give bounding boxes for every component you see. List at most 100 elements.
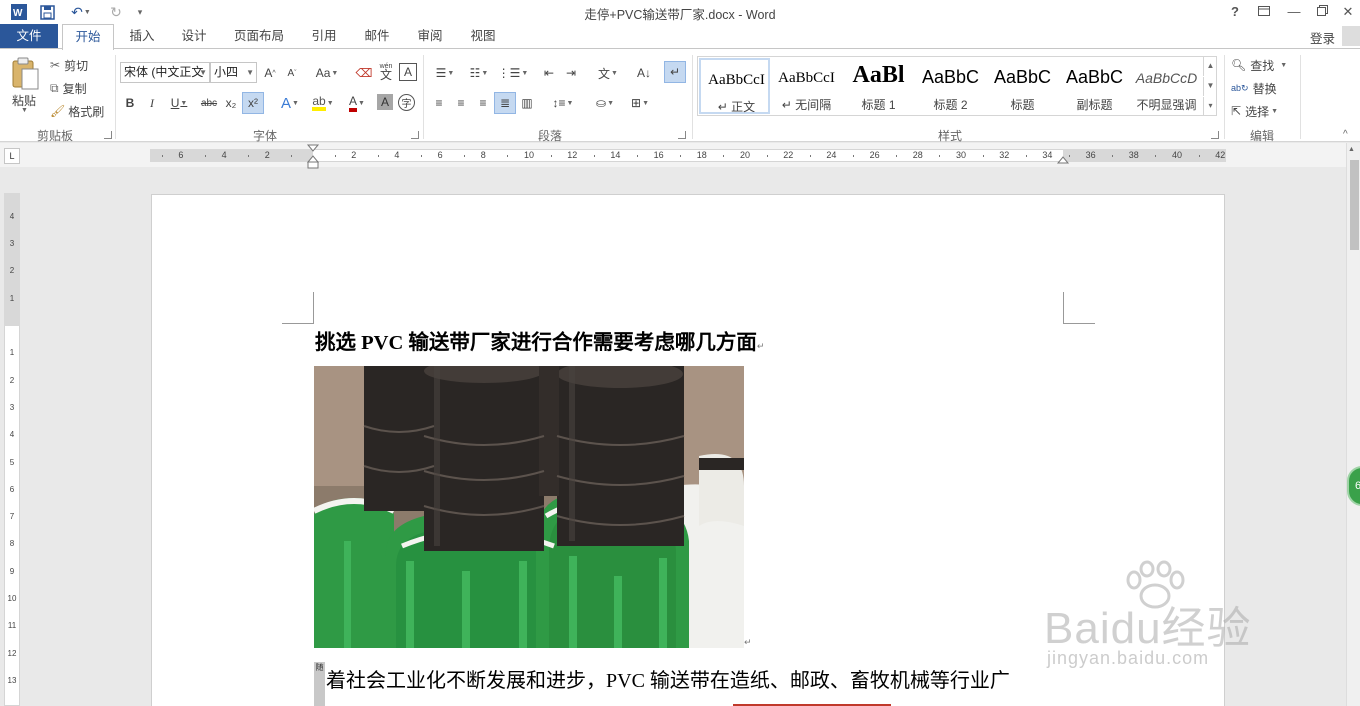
heading-text: 挑选 PVC 输送带厂家进行合作需要考虑哪几方面 [315,332,757,354]
subscript-button[interactable]: x₂ [222,93,240,113]
font-dialog-launcher[interactable] [411,131,419,139]
account-avatar[interactable] [1342,26,1360,46]
distributed-icon[interactable]: ▥ [518,93,536,113]
borders-button[interactable]: ⊞ ▼ [625,93,655,113]
styles-dialog-launcher[interactable] [1211,131,1219,139]
gallery-scroll-up-icon[interactable]: ▲ [1203,57,1217,76]
gallery-more-icon[interactable]: ▾ [1203,97,1217,116]
cut-button[interactable]: ✂ 剪切 [50,55,88,75]
font-name-combo[interactable]: 宋体 (中文正文 ▼ [120,62,210,83]
phonetic-guide-button[interactable]: wén 文 [376,61,396,81]
clipboard-group-label: 剪贴板 [36,129,73,143]
text-effects-button[interactable]: A ▼ [276,93,304,113]
ruler-number: 8 [480,150,486,160]
ribbon-display-options-icon[interactable] [1253,2,1275,22]
font-size-combo[interactable]: 小四 ▼ [210,62,257,83]
font-size-dropdown-icon: ▼ [246,68,254,77]
tab-references[interactable]: 引用 [304,28,344,49]
selection-marker[interactable]: 随 [314,662,325,706]
shading-button[interactable]: ⛀ ▼ [590,93,620,113]
tab-design[interactable]: 设计 [174,28,214,49]
ruler-number: 3 [9,402,15,412]
paste-icon[interactable] [10,57,40,91]
show-paragraph-marks-icon[interactable]: ↵ [664,61,686,83]
increase-indent-icon[interactable]: ⇥ [562,63,580,83]
style-normal[interactable]: AaBbCcI ↵ 正文 [699,58,770,114]
replace-button[interactable]: ab↻ 替换 [1231,78,1277,98]
restore-button[interactable] [1311,2,1333,22]
strikethrough-button[interactable]: abc [198,93,220,113]
tab-insert[interactable]: 插入 [122,28,162,49]
style-name: 不明显强调 [1136,98,1197,112]
shrink-font-icon[interactable]: Aˇ [284,63,300,83]
style-no-spacing[interactable]: AaBbCcI ↵ 无间隔 [771,58,842,114]
align-left-icon[interactable]: ≡ [430,93,448,113]
close-button[interactable]: ✕ [1337,2,1359,22]
clipboard-dialog-launcher[interactable] [104,131,112,139]
paste-dropdown-icon[interactable]: ▼ [21,107,28,114]
numbering-button[interactable]: ☷ ▼ [464,63,494,83]
decrease-indent-icon[interactable]: ⇤ [540,63,558,83]
style-sample: AaBbCcD [1135,70,1198,86]
ruler-tick [550,155,552,157]
highlight-button[interactable]: ab ▼ [308,93,338,113]
superscript-button[interactable]: x² [242,92,264,114]
ruler-tick [464,155,466,157]
copy-button[interactable]: ⧉ 复制 [50,78,87,98]
character-border-icon[interactable]: A [399,63,417,81]
change-case-button[interactable]: Aa ▼ [312,63,342,83]
document-heading[interactable]: 挑选 PVC 输送带厂家进行合作需要考虑哪几方面↵ [315,325,764,355]
underline-button[interactable]: U ▼ [166,93,192,113]
ruler-left-margin [150,149,313,162]
style-subtle-emphasis[interactable]: AaBbCcD 不明显强调 [1131,58,1202,114]
ruler-number: 6 [437,150,443,160]
sort-icon[interactable]: A↓ [635,63,653,83]
font-color-button[interactable]: A ▼ [342,93,372,113]
justify-icon[interactable]: ≣ [494,92,516,114]
minimize-button[interactable]: — [1283,2,1305,22]
line-spacing-icon: ↕≡ [552,96,566,110]
ruler-tick [1112,155,1114,157]
tab-review[interactable]: 审阅 [410,28,450,49]
tab-view[interactable]: 视图 [463,28,503,49]
document-body-line[interactable]: 着社会工业化不断发展和进步，PVC 输送带在造纸、邮政、畜牧机械等行业广 [326,664,1010,693]
scroll-up-icon[interactable]: ▲ [1348,146,1355,153]
right-indent-marker-icon[interactable] [1056,155,1070,165]
bold-button[interactable]: B [122,93,138,113]
enclose-characters-button[interactable]: 字 [398,94,415,111]
indent-markers-icon[interactable] [306,143,320,171]
ruler-tick [205,155,206,157]
collapse-ribbon-icon[interactable]: ^ [1343,129,1348,140]
grow-font-icon[interactable]: A ^ [262,63,278,83]
bullets-button[interactable]: ☰ ▼ [430,63,460,83]
tab-page-layout[interactable]: 页面布局 [228,28,290,49]
italic-button[interactable]: I [144,93,160,113]
ruler-number: 4 [9,211,15,221]
align-right-icon[interactable]: ≡ [474,93,492,113]
align-center-icon[interactable]: ≡ [452,93,470,113]
find-button[interactable]: 🔍︎ 查找 ▼ [1231,55,1287,75]
tab-file[interactable]: 文件 [0,24,58,49]
paragraph-dialog-launcher[interactable] [678,131,686,139]
select-button[interactable]: ⇱ 选择 ▼ [1231,101,1278,121]
character-shading-button[interactable]: A [377,94,393,110]
clear-formatting-icon[interactable]: ⌫ [355,63,373,83]
tab-selector[interactable]: L [4,148,20,164]
multilevel-list-button[interactable]: ⋮☰ ▼ [498,63,529,83]
ruler-number: 22 [783,150,794,160]
style-heading-2[interactable]: AaBbC 标题 2 [915,58,986,114]
document-image[interactable] [314,366,744,648]
chinese-layout-button[interactable]: 文 ▼ [593,63,623,83]
ruler-number: 40 [1172,150,1183,160]
help-button[interactable]: ? [1224,2,1246,22]
tab-home[interactable]: 开始 [62,24,114,50]
style-title[interactable]: AaBbC 标题 [987,58,1058,114]
tab-mailings[interactable]: 邮件 [357,28,397,49]
format-painter-button[interactable]: 🖌 格式刷 [50,101,104,121]
style-heading-1[interactable]: AaBl 标题 1 [843,58,914,114]
style-subtitle[interactable]: AaBbC 副标题 [1059,58,1130,114]
line-spacing-button[interactable]: ↕≡ ▼ [548,93,578,113]
scrollbar-thumb[interactable] [1350,160,1359,250]
login-link[interactable]: 登录 [1310,28,1335,47]
gallery-scroll-down-icon[interactable]: ▼ [1203,77,1217,96]
